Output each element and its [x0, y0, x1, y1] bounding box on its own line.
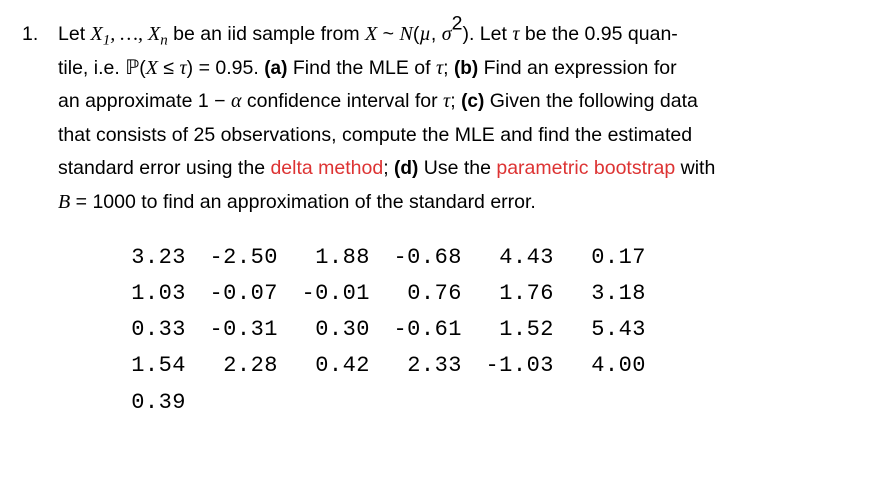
data-cell: 0.30 [278, 312, 370, 348]
text: with [675, 157, 715, 179]
tau: τ [180, 57, 187, 79]
page: 1. Let X1, …, Xn be an iid sample from X… [0, 0, 879, 504]
data-cell: 1.54 [94, 348, 186, 384]
data-cell: 0.33 [94, 312, 186, 348]
data-cell: -1.03 [462, 348, 554, 384]
text: Use the [418, 157, 496, 179]
table-row: 1.03-0.07-0.010.761.763.18 [94, 276, 839, 312]
blackboard-P-icon: ℙ [125, 57, 139, 79]
alpha: α [231, 90, 242, 112]
comma: , [431, 23, 442, 45]
var-B: B [58, 191, 70, 213]
part-label-c: (c) [461, 91, 484, 112]
data-cell: 5.43 [554, 312, 646, 348]
text: Find an expression for [478, 57, 676, 79]
data-cell: 1.76 [462, 276, 554, 312]
data-cell: -0.68 [370, 240, 462, 276]
sq: 2 [452, 12, 463, 34]
data-cell: 2.33 [370, 348, 462, 384]
var-X: X [146, 57, 158, 79]
var-Xn: Xn [148, 23, 168, 45]
text: tile, i.e. [58, 57, 125, 79]
text: standard error using the [58, 157, 270, 179]
eq: = 0.95 [193, 57, 253, 79]
parametric-bootstrap: parametric bootstrap [496, 157, 675, 179]
table-row: 0.39 [94, 385, 839, 421]
scriptN-icon: N [399, 23, 412, 45]
one: 1 [198, 90, 209, 112]
text: ; [450, 90, 461, 112]
text: ; [383, 157, 394, 179]
table-row: 1.542.280.422.33-1.034.00 [94, 348, 839, 384]
text: Let [58, 23, 91, 45]
data-cell: 0.42 [278, 348, 370, 384]
x: X [148, 23, 160, 45]
B-value: 1000 [92, 191, 135, 213]
data-cell: 3.23 [94, 240, 186, 276]
tilde: ~ [377, 23, 399, 45]
data-cell: 4.00 [554, 348, 646, 384]
data-cell: -0.01 [278, 276, 370, 312]
part-label-a: (a) [264, 58, 287, 79]
data-cell: -0.31 [186, 312, 278, 348]
data-cell: -0.61 [370, 312, 462, 348]
data-cell: 4.43 [462, 240, 554, 276]
le: ≤ [158, 57, 180, 79]
text: an approximate [58, 90, 198, 112]
data-cell: -0.07 [186, 276, 278, 312]
data-cell: 1.88 [278, 240, 370, 276]
x: X [91, 23, 103, 45]
table-row: 0.33-0.310.30-0.611.525.43 [94, 312, 839, 348]
part-label-b: (b) [454, 58, 478, 79]
problem-body: Let X1, …, Xn be an iid sample from X ~ … [58, 18, 839, 220]
data-table: 3.23-2.501.88-0.684.430.171.03-0.07-0.01… [22, 240, 839, 421]
data-cell: 0.39 [94, 385, 186, 421]
text: ; [443, 57, 454, 79]
delta-method: delta method [270, 157, 383, 179]
text: be the 0.95 quan- [519, 23, 677, 45]
data-cell: 0.17 [554, 240, 646, 276]
data-cell: 3.18 [554, 276, 646, 312]
ellipsis: , …, [110, 23, 148, 45]
data-cell: 0.76 [370, 276, 462, 312]
data-cell: -2.50 [186, 240, 278, 276]
minus: − [209, 90, 231, 112]
mu: µ [419, 23, 431, 45]
text: confidence interval for [241, 90, 443, 112]
data-cell: 2.28 [186, 348, 278, 384]
var-X: X [365, 23, 377, 45]
text: Find the MLE of [287, 57, 436, 79]
text: that consists of 25 observations, comput… [58, 124, 692, 146]
text: . Let [469, 23, 512, 45]
var-X1: X1 [91, 23, 111, 45]
text: to find an approximation of the standard… [136, 191, 536, 213]
sigma: σ [442, 23, 452, 45]
sub: n [160, 33, 168, 49]
part-label-d: (d) [394, 158, 418, 179]
text: be an iid sample from [168, 23, 365, 45]
problem-1: 1. Let X1, …, Xn be an iid sample from X… [22, 18, 839, 220]
table-row: 3.23-2.501.88-0.684.430.17 [94, 240, 839, 276]
data-cell: 1.03 [94, 276, 186, 312]
text: Given the following data [484, 90, 698, 112]
text: . [253, 57, 264, 79]
eq: = [70, 191, 92, 213]
problem-number: 1. [22, 18, 58, 51]
data-cell: 1.52 [462, 312, 554, 348]
